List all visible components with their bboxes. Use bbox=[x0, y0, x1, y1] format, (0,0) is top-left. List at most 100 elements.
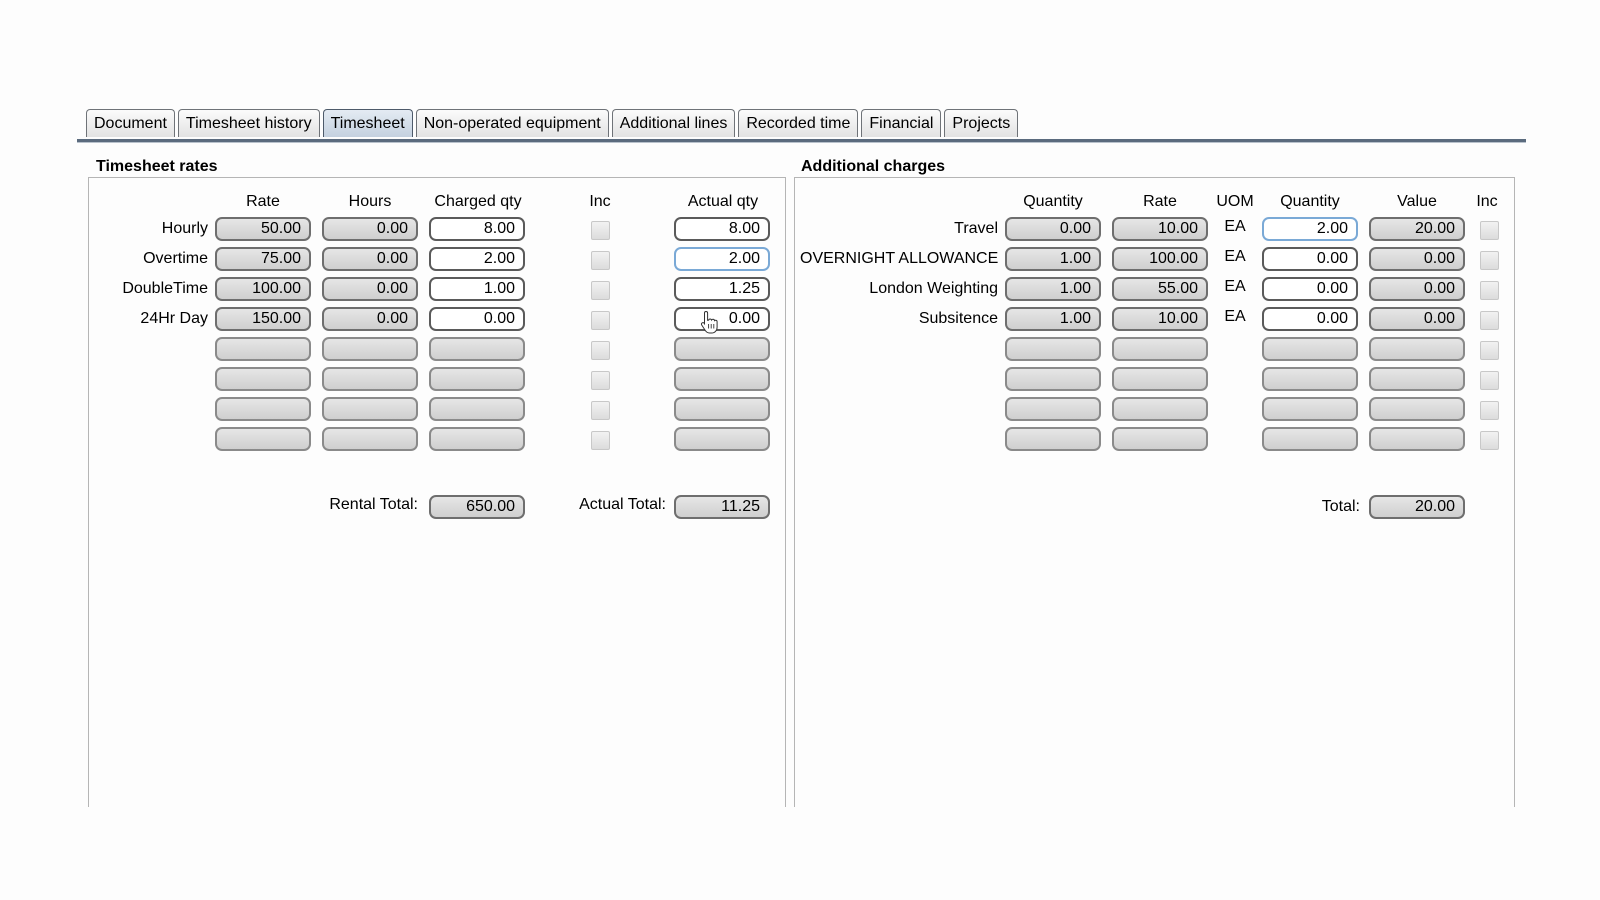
subsitence-value-field[interactable]: 0.00 bbox=[1369, 307, 1465, 331]
empty-hours-field[interactable] bbox=[322, 367, 418, 391]
subsitence-quantity2-field[interactable]: 0.00 bbox=[1262, 307, 1358, 331]
24hr-day-inc-checkbox[interactable] bbox=[591, 311, 610, 330]
hourly-hours-field[interactable]: 0.00 bbox=[322, 217, 418, 241]
empty-ac-inc-checkbox[interactable] bbox=[1480, 341, 1499, 360]
overnight-allowance-uom: EA bbox=[1224, 248, 1246, 265]
london-weighting-quantity2-field[interactable]: 0.00 bbox=[1262, 277, 1358, 301]
travel-quantity-field[interactable]: 0.00 bbox=[1005, 217, 1101, 241]
empty-hours-field[interactable] bbox=[322, 337, 418, 361]
empty-charged-qty-field[interactable] bbox=[429, 367, 525, 391]
empty-ac-quantity-field[interactable] bbox=[1005, 337, 1101, 361]
doubletime-hours-field[interactable]: 0.00 bbox=[322, 277, 418, 301]
empty-ac-quantity2-field[interactable] bbox=[1262, 367, 1358, 391]
empty-inc-checkbox[interactable] bbox=[591, 341, 610, 360]
overnight-allowance-inc-checkbox[interactable] bbox=[1480, 251, 1499, 270]
travel-uom: EA bbox=[1224, 218, 1246, 235]
empty-ac-rate-field[interactable] bbox=[1112, 397, 1208, 421]
london-weighting-rate-field[interactable]: 55.00 bbox=[1112, 277, 1208, 301]
subsitence-quantity-field[interactable]: 1.00 bbox=[1005, 307, 1101, 331]
empty-ac-value-field[interactable] bbox=[1369, 337, 1465, 361]
travel-value-field[interactable]: 20.00 bbox=[1369, 217, 1465, 241]
subsitence-rate-field[interactable]: 10.00 bbox=[1112, 307, 1208, 331]
empty-inc-checkbox[interactable] bbox=[591, 431, 610, 450]
tab-recorded-time[interactable]: Recorded time bbox=[738, 109, 859, 137]
doubletime-charged-qty-field[interactable]: 1.00 bbox=[429, 277, 525, 301]
24hr-day-charged-qty-field[interactable]: 0.00 bbox=[429, 307, 525, 331]
tab-additional-lines[interactable]: Additional lines bbox=[611, 109, 736, 137]
24hr-day-hours-field[interactable]: 0.00 bbox=[322, 307, 418, 331]
ac-value-header: Value bbox=[1397, 193, 1437, 210]
tab-document[interactable]: Document bbox=[86, 109, 175, 137]
tab-projects[interactable]: Projects bbox=[944, 109, 1019, 137]
empty-ac-quantity2-field[interactable] bbox=[1262, 337, 1358, 361]
overnight-allowance-label: OVERNIGHT ALLOWANCE bbox=[800, 250, 999, 267]
24hr-day-rate-field[interactable]: 150.00 bbox=[215, 307, 311, 331]
hourly-rate-field[interactable]: 50.00 bbox=[215, 217, 311, 241]
empty-actual-qty-field[interactable] bbox=[674, 367, 770, 391]
london-weighting-value-field[interactable]: 0.00 bbox=[1369, 277, 1465, 301]
empty-ac-rate-field[interactable] bbox=[1112, 367, 1208, 391]
overnight-allowance-quantity-field[interactable]: 1.00 bbox=[1005, 247, 1101, 271]
overnight-allowance-quantity2-field[interactable]: 0.00 bbox=[1262, 247, 1358, 271]
empty-ac-inc-checkbox[interactable] bbox=[1480, 401, 1499, 420]
empty-actual-qty-field[interactable] bbox=[674, 337, 770, 361]
charged-qty-header: Charged qty bbox=[434, 193, 522, 210]
london-weighting-inc-checkbox[interactable] bbox=[1480, 281, 1499, 300]
empty-ac-quantity2-field[interactable] bbox=[1262, 427, 1358, 451]
travel-quantity2-field[interactable]: 2.00 bbox=[1262, 217, 1358, 241]
empty-rate-field[interactable] bbox=[215, 367, 311, 391]
actual-total-field: 11.25 bbox=[674, 495, 770, 519]
subsitence-uom: EA bbox=[1224, 308, 1246, 325]
empty-ac-quantity-field[interactable] bbox=[1005, 427, 1101, 451]
empty-ac-rate-field[interactable] bbox=[1112, 337, 1208, 361]
empty-charged-qty-field[interactable] bbox=[429, 397, 525, 421]
tab-timesheet[interactable]: Timesheet bbox=[322, 109, 413, 137]
overtime-actual-qty-field[interactable]: 2.00 bbox=[674, 247, 770, 271]
empty-inc-checkbox[interactable] bbox=[591, 401, 610, 420]
hourly-actual-qty-field[interactable]: 8.00 bbox=[674, 217, 770, 241]
empty-ac-value-field[interactable] bbox=[1369, 397, 1465, 421]
empty-actual-qty-field[interactable] bbox=[674, 427, 770, 451]
hourly-charged-qty-field[interactable]: 8.00 bbox=[429, 217, 525, 241]
empty-actual-qty-field[interactable] bbox=[674, 397, 770, 421]
empty-rate-field[interactable] bbox=[215, 337, 311, 361]
empty-hours-field[interactable] bbox=[322, 397, 418, 421]
london-weighting-label: London Weighting bbox=[869, 280, 998, 297]
london-weighting-quantity-field[interactable]: 1.00 bbox=[1005, 277, 1101, 301]
actual-qty-header: Actual qty bbox=[687, 193, 759, 210]
empty-ac-rate-field[interactable] bbox=[1112, 427, 1208, 451]
doubletime-rate-field[interactable]: 100.00 bbox=[215, 277, 311, 301]
empty-charged-qty-field[interactable] bbox=[429, 337, 525, 361]
empty-charged-qty-field[interactable] bbox=[429, 427, 525, 451]
overnight-allowance-value-field[interactable]: 0.00 bbox=[1369, 247, 1465, 271]
empty-ac-quantity2-field[interactable] bbox=[1262, 397, 1358, 421]
subsitence-inc-checkbox[interactable] bbox=[1480, 311, 1499, 330]
travel-rate-field[interactable]: 10.00 bbox=[1112, 217, 1208, 241]
overtime-inc-checkbox[interactable] bbox=[591, 251, 610, 270]
24hr-day-actual-qty-field[interactable]: 0.00 bbox=[674, 307, 770, 331]
overtime-charged-qty-field[interactable]: 2.00 bbox=[429, 247, 525, 271]
tab-financial[interactable]: Financial bbox=[861, 109, 942, 137]
empty-ac-quantity-field[interactable] bbox=[1005, 367, 1101, 391]
hourly-inc-checkbox[interactable] bbox=[591, 221, 610, 240]
empty-rate-field[interactable] bbox=[215, 397, 311, 421]
empty-ac-value-field[interactable] bbox=[1369, 427, 1465, 451]
doubletime-actual-qty-field[interactable]: 1.25 bbox=[674, 277, 770, 301]
travel-inc-checkbox[interactable] bbox=[1480, 221, 1499, 240]
empty-hours-field[interactable] bbox=[322, 427, 418, 451]
doubletime-label: DoubleTime bbox=[122, 280, 208, 297]
tab-timesheet-history[interactable]: Timesheet history bbox=[177, 109, 320, 137]
empty-ac-value-field[interactable] bbox=[1369, 367, 1465, 391]
empty-ac-inc-checkbox[interactable] bbox=[1480, 431, 1499, 450]
empty-ac-quantity-field[interactable] bbox=[1005, 397, 1101, 421]
total-field: 20.00 bbox=[1369, 495, 1465, 519]
overtime-rate-field[interactable]: 75.00 bbox=[215, 247, 311, 271]
overtime-hours-field[interactable]: 0.00 bbox=[322, 247, 418, 271]
hours-header: Hours bbox=[348, 193, 392, 210]
doubletime-inc-checkbox[interactable] bbox=[591, 281, 610, 300]
empty-ac-inc-checkbox[interactable] bbox=[1480, 371, 1499, 390]
overnight-allowance-rate-field[interactable]: 100.00 bbox=[1112, 247, 1208, 271]
tab-non-operated-equipment[interactable]: Non-operated equipment bbox=[415, 109, 609, 137]
empty-inc-checkbox[interactable] bbox=[591, 371, 610, 390]
empty-rate-field[interactable] bbox=[215, 427, 311, 451]
